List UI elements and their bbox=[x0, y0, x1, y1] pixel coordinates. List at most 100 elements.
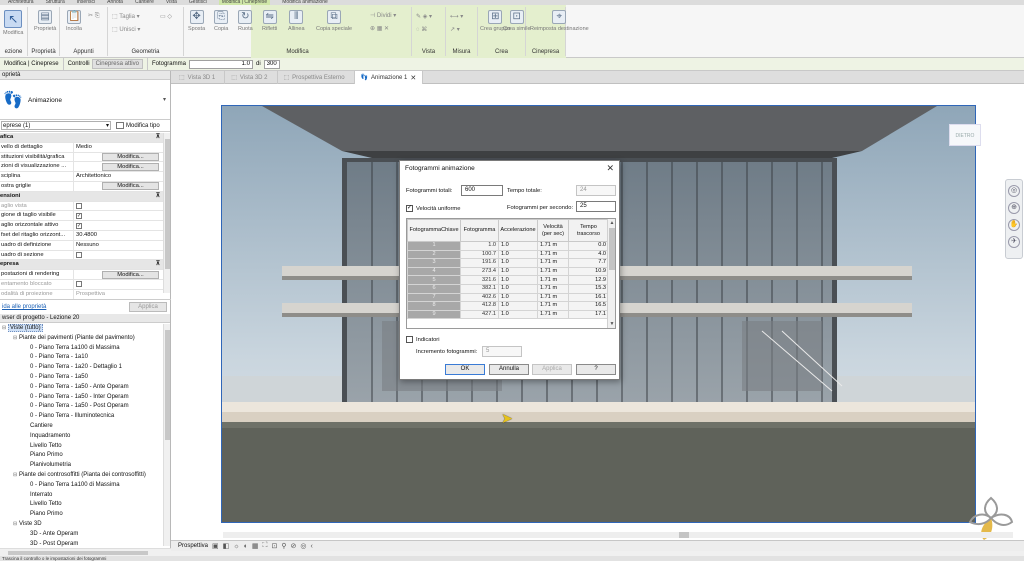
indicators-checkbox[interactable] bbox=[406, 336, 413, 343]
browser-horizontal-scrollbar[interactable] bbox=[0, 548, 171, 556]
property-value[interactable]: Architettonico bbox=[74, 172, 163, 181]
property-value[interactable] bbox=[74, 280, 163, 289]
view-scale-label[interactable]: Prospettiva bbox=[178, 543, 208, 549]
apply-button[interactable]: Applica bbox=[129, 302, 167, 312]
table-cell[interactable]: 1.0 bbox=[498, 241, 538, 251]
table-cell[interactable]: 1.0 bbox=[498, 275, 538, 285]
property-checkbox[interactable] bbox=[76, 203, 82, 210]
tree-node[interactable]: 0 - Piano Terra 1a100 di Massima bbox=[0, 481, 163, 491]
tree-node[interactable]: Cantiere bbox=[0, 422, 163, 432]
property-checkbox[interactable]: ✓ bbox=[76, 222, 82, 229]
help-button[interactable]: ? bbox=[576, 364, 616, 375]
property-checkbox[interactable] bbox=[76, 252, 82, 259]
scroll-up-icon[interactable]: ▲ bbox=[608, 219, 615, 227]
tree-node[interactable]: Livello Tetto bbox=[0, 500, 163, 510]
properties-button[interactable]: ▤ Proprietà bbox=[34, 10, 56, 32]
geometry-tools-row2[interactable]: ⬚ Unisci ▾ bbox=[112, 26, 140, 33]
table-cell[interactable]: 100.7 bbox=[460, 249, 499, 260]
table-cell[interactable]: 7.7 bbox=[568, 258, 609, 268]
edit-button[interactable]: Modifica... bbox=[102, 153, 159, 162]
zoom-icon[interactable]: ⊕ bbox=[1008, 202, 1020, 214]
tree-node[interactable]: Piano Primo bbox=[0, 510, 163, 520]
property-row[interactable]: aglio vista bbox=[0, 201, 163, 212]
property-value[interactable]: ✓ bbox=[74, 221, 163, 230]
tree-node[interactable]: ⊟ Viste (tutto) bbox=[0, 324, 163, 334]
column-header[interactable]: Velocità (per sec) bbox=[537, 219, 569, 242]
tree-node[interactable]: Planivolumetria bbox=[0, 461, 163, 471]
paste-button[interactable]: 📋 Incolla bbox=[66, 10, 82, 32]
scroll-thumb[interactable] bbox=[165, 139, 170, 269]
table-cell[interactable]: 412.8 bbox=[460, 301, 499, 311]
collapse-icon[interactable]: ⊼ bbox=[156, 192, 160, 201]
move-button[interactable]: ✥ Sposta bbox=[188, 10, 205, 32]
scroll-thumb[interactable] bbox=[609, 228, 615, 270]
table-cell[interactable]: 1.71 m bbox=[537, 292, 569, 303]
property-row[interactable]: uadro di definizione Nessuno bbox=[0, 240, 163, 251]
mirror-button[interactable]: ⇋ Rifletti bbox=[262, 10, 277, 32]
tree-node[interactable]: 0 - Piano Terra - 1a20 - Dettaglio 1 bbox=[0, 363, 163, 373]
view-tab[interactable]: ⬚ Prospettiva Esterno bbox=[278, 71, 355, 84]
table-cell[interactable]: 1.71 m bbox=[537, 283, 569, 294]
scroll-thumb[interactable] bbox=[679, 532, 689, 538]
property-row[interactable]: zioni di visualizzazione ... Modifica... bbox=[0, 162, 163, 173]
scroll-thumb[interactable] bbox=[165, 330, 170, 440]
align-button[interactable]: ⫴ Allinea bbox=[288, 10, 305, 32]
view-tools-2[interactable]: ◌ ⌘ bbox=[416, 26, 427, 33]
edit-button[interactable]: Modifica... bbox=[102, 182, 159, 191]
viewcube[interactable]: DIETRO bbox=[949, 124, 981, 146]
property-row[interactable]: sciplina Architettonico bbox=[0, 172, 163, 182]
tree-node[interactable]: 0 - Piano Terra - 1a50 bbox=[0, 373, 163, 383]
table-cell[interactable]: 1.0 bbox=[498, 301, 538, 311]
property-row[interactable]: entamento bloccato bbox=[0, 279, 163, 290]
view-tab[interactable]: ⬚ Vista 3D 2 bbox=[225, 71, 278, 84]
property-value[interactable]: Modifica... bbox=[74, 162, 163, 171]
table-cell[interactable]: 1.71 m bbox=[537, 309, 569, 320]
cancel-button[interactable]: Annulla bbox=[489, 364, 529, 375]
table-cell[interactable]: 382.1 bbox=[460, 283, 499, 294]
property-row[interactable]: ostra griglie Modifica... bbox=[0, 181, 163, 192]
column-header[interactable]: Tempo trascorso bbox=[568, 219, 609, 242]
copy-special-button[interactable]: ⧉ Copia speciale bbox=[316, 10, 352, 32]
property-row[interactable]: gione di taglio visibile ✓ bbox=[0, 211, 163, 222]
close-icon[interactable]: ✕ bbox=[606, 163, 614, 174]
table-cell[interactable]: 17.1 bbox=[568, 309, 609, 320]
table-cell[interactable]: 1.0 bbox=[498, 292, 538, 303]
canvas-horizontal-scrollbar[interactable] bbox=[223, 532, 1013, 538]
table-cell[interactable]: 273.4 bbox=[460, 266, 499, 277]
property-checkbox[interactable]: ✓ bbox=[76, 212, 82, 219]
reveal-icon[interactable]: ◎ bbox=[300, 542, 306, 550]
hide-icon[interactable]: ⊘ bbox=[290, 542, 296, 550]
table-cell[interactable]: 321.6 bbox=[460, 275, 499, 285]
tree-node[interactable]: 0 - Piano Terra - 1a50 - Inter Operam bbox=[0, 393, 163, 403]
table-cell[interactable]: 427.1 bbox=[460, 309, 499, 320]
property-value[interactable]: Nessuno bbox=[74, 241, 163, 250]
property-value[interactable]: Modifica... bbox=[74, 153, 163, 162]
reset-target-button[interactable]: ⌖ Reimposta destinazione bbox=[530, 10, 589, 32]
column-header[interactable]: Accelerazione bbox=[498, 219, 538, 242]
render-icon[interactable]: ▦ bbox=[252, 542, 259, 550]
table-cell[interactable]: 1.71 m bbox=[537, 249, 569, 260]
chevron-left-icon[interactable]: ‹ bbox=[310, 543, 312, 550]
table-cell[interactable]: 1.71 m bbox=[537, 301, 569, 311]
tree-node[interactable]: 0 - Piano Terra - Illuminotecnica bbox=[0, 412, 163, 422]
edit-button[interactable]: Modifica... bbox=[102, 270, 159, 279]
steering-wheel-icon[interactable]: ◎ bbox=[1008, 185, 1020, 197]
tree-node[interactable]: 0 - Piano Terra - 1a50 - Ante Operam bbox=[0, 383, 163, 393]
browser-vertical-scrollbar[interactable] bbox=[163, 324, 170, 546]
property-value[interactable] bbox=[74, 202, 163, 211]
modify-button[interactable]: ↖ Modifica bbox=[3, 10, 23, 36]
table-cell[interactable]: 1.0 bbox=[498, 249, 538, 260]
table-cell[interactable]: 1.71 m bbox=[537, 241, 569, 251]
crop-visible-icon[interactable]: ⊡ bbox=[271, 542, 277, 550]
column-header[interactable]: Fotogramma bbox=[460, 219, 499, 242]
total-frames-field[interactable]: 600 bbox=[461, 185, 503, 196]
tree-node[interactable]: 0 - Piano Terra 1a100 di Massima bbox=[0, 344, 163, 354]
table-cell[interactable]: 1.0 bbox=[498, 266, 538, 277]
property-row[interactable]: aglio orizzontale attivo ✓ bbox=[0, 221, 163, 231]
properties-scrollbar[interactable] bbox=[163, 133, 170, 293]
table-cell[interactable]: 1.71 m bbox=[537, 275, 569, 285]
edit-button[interactable]: Modifica... bbox=[102, 162, 159, 171]
collapse-icon[interactable]: ⊼ bbox=[156, 133, 160, 142]
table-cell[interactable]: 191.6 bbox=[460, 258, 499, 268]
property-row[interactable]: postazioni di rendering Modifica... bbox=[0, 270, 163, 280]
